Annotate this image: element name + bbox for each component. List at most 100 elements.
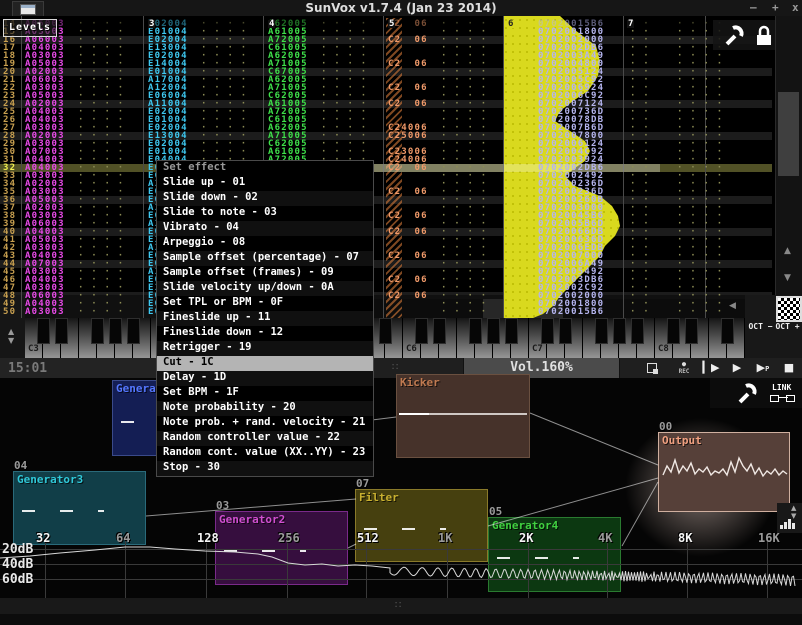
- pattern-up-icon[interactable]: ▲: [8, 327, 14, 336]
- set-effect-menu: Set effectSlide up - 01Slide down - 02Sl…: [156, 160, 374, 477]
- close-button[interactable]: x: [792, 1, 799, 15]
- play-button[interactable]: ▶: [729, 358, 745, 378]
- menu-item[interactable]: Set BPM - 1F: [157, 386, 373, 401]
- piano-key-black[interactable]: [559, 318, 572, 344]
- pattern-track-header: 4: [268, 20, 275, 28]
- drag-handle-icon[interactable]: ∷: [392, 362, 398, 373]
- piano-key-black[interactable]: [631, 318, 644, 344]
- menu-item[interactable]: Sample offset (percentage) - 07: [157, 251, 373, 266]
- menu-item[interactable]: Slide down - 02: [157, 191, 373, 206]
- pattern-vertical-scrollbar[interactable]: ▲ ▼: [775, 16, 802, 318]
- tracker-cell[interactable]: A03003: [25, 308, 65, 316]
- tracker-cell[interactable]: 07020015B6: [538, 308, 604, 316]
- menu-item[interactable]: Stop - 30: [157, 461, 373, 476]
- piano-key-black[interactable]: [595, 318, 608, 344]
- piano-key-black[interactable]: [37, 318, 50, 344]
- tracker-cell[interactable]: C2 06: [388, 100, 428, 108]
- empty-cell-dots: · · · ·: [78, 308, 124, 316]
- tracker-cell[interactable]: C2 06: [388, 36, 428, 44]
- bottom-bar: ∷: [0, 598, 802, 614]
- play-from-start-button[interactable]: ▎▶: [700, 358, 722, 378]
- link-button[interactable]: LINK: [772, 383, 791, 392]
- tracker-cell[interactable]: C2 06: [388, 228, 428, 236]
- loop-icon[interactable]: [645, 358, 663, 378]
- menu-item[interactable]: Slide up - 01: [157, 176, 373, 191]
- menu-item[interactable]: Note probability - 20: [157, 401, 373, 416]
- tracker-cell[interactable]: C2 06: [388, 292, 428, 300]
- piano-key-black[interactable]: [127, 318, 140, 344]
- piano-key-black[interactable]: [109, 318, 122, 344]
- piano-key-black[interactable]: [469, 318, 482, 344]
- bars-icon: [780, 525, 783, 529]
- piano-key-black[interactable]: [487, 318, 500, 344]
- meter-widget[interactable]: ▲ ▼: [777, 503, 802, 533]
- tracker-row[interactable]: 50A03003E06004C6100507020015B6· · · ·· ·…: [0, 308, 775, 316]
- piano-key-black[interactable]: [721, 318, 734, 344]
- pattern-icon-button[interactable]: [776, 296, 802, 322]
- octave-down-button[interactable]: OCT −: [748, 317, 773, 345]
- scrollbar-thumb[interactable]: [778, 92, 799, 176]
- scroll-up-icon[interactable]: ▲: [784, 246, 791, 256]
- piano-key-black[interactable]: [379, 318, 392, 344]
- piano-key-black[interactable]: [55, 318, 68, 344]
- freq-label: 512: [357, 531, 379, 545]
- piano-key-black[interactable]: [91, 318, 104, 344]
- menu-item[interactable]: Sample offset (frames) - 09: [157, 266, 373, 281]
- lock-icon[interactable]: [753, 23, 775, 49]
- menu-item[interactable]: Fineslide up - 11: [157, 311, 373, 326]
- record-button[interactable]: ● REC: [672, 358, 696, 378]
- minimize-button[interactable]: –: [750, 1, 757, 15]
- piano-key-black[interactable]: [415, 318, 428, 344]
- piano-key-black[interactable]: [433, 318, 446, 344]
- menu-item[interactable]: Random cont. value (XX..YY) - 23: [157, 446, 373, 461]
- drag-handle-icon[interactable]: ∷: [395, 600, 401, 611]
- pattern-editor[interactable]: 14A05003B02004A62005C2 0607020015B6· · ·…: [0, 16, 775, 318]
- menu-item[interactable]: Delay - 1D: [157, 371, 373, 386]
- main-menu-button[interactable]: [12, 1, 44, 17]
- piano-key-black[interactable]: [613, 318, 626, 344]
- tracker-cell[interactable]: C2 06: [388, 212, 428, 220]
- tracker-cell[interactable]: C25006: [388, 132, 428, 140]
- tracker-cell[interactable]: C2 06: [388, 164, 428, 172]
- tracker-cell[interactable]: C2 06: [388, 84, 428, 92]
- meter-down-icon[interactable]: ▼: [791, 512, 796, 520]
- tracker-cell[interactable]: C2 06: [388, 252, 428, 260]
- piano-key-black[interactable]: [685, 318, 698, 344]
- play-pattern-button[interactable]: ▶P: [752, 358, 774, 378]
- empty-cell-dots: · · · ·: [677, 308, 723, 316]
- menu-item[interactable]: Slide to note - 03: [157, 206, 373, 221]
- freq-label: 32: [36, 531, 50, 545]
- tracker-cell[interactable]: C2 06: [388, 60, 428, 68]
- freq-label: 256: [278, 531, 300, 545]
- tracker-cell[interactable]: C2 06: [388, 188, 428, 196]
- pattern-toolbar: [713, 20, 775, 50]
- pattern-down-icon[interactable]: ▼: [8, 336, 14, 345]
- stop-button[interactable]: ■: [781, 358, 797, 378]
- scroll-down-icon[interactable]: ▼: [784, 273, 791, 283]
- empty-cell-dots: · ·: [630, 308, 650, 316]
- menu-item[interactable]: Arpeggio - 08: [157, 236, 373, 251]
- levels-button[interactable]: Levels: [3, 19, 57, 37]
- piano-key-black[interactable]: [505, 318, 518, 344]
- menu-item[interactable]: Slide velocity up/down - 0A: [157, 281, 373, 296]
- maximize-button[interactable]: +: [772, 1, 779, 15]
- menu-item[interactable]: Set TPL or BPM - 0F: [157, 296, 373, 311]
- piano-key-black[interactable]: [667, 318, 680, 344]
- menu-item[interactable]: Cut - 1C: [157, 356, 373, 371]
- bars-icon: [788, 519, 791, 529]
- db-label: 40dB: [2, 557, 33, 572]
- empty-cell-dots: · · · ·: [441, 308, 487, 316]
- freq-label: 1K: [438, 531, 452, 545]
- menu-item[interactable]: Retrigger - 19: [157, 341, 373, 356]
- menu-item[interactable]: Fineslide down - 12: [157, 326, 373, 341]
- freq-label: 16K: [758, 531, 780, 545]
- octave-label: C3: [28, 344, 39, 354]
- menu-item[interactable]: Vibrato - 04: [157, 221, 373, 236]
- menu-item[interactable]: Random controller value - 22: [157, 431, 373, 446]
- module-toolbar: LINK: [710, 378, 802, 408]
- octave-label: C7: [532, 344, 543, 354]
- meter-up-icon[interactable]: ▲: [791, 504, 796, 512]
- tracker-cell[interactable]: C2 06: [388, 276, 428, 284]
- piano-key-black[interactable]: [541, 318, 554, 344]
- menu-item[interactable]: Note prob. + rand. velocity - 21: [157, 416, 373, 431]
